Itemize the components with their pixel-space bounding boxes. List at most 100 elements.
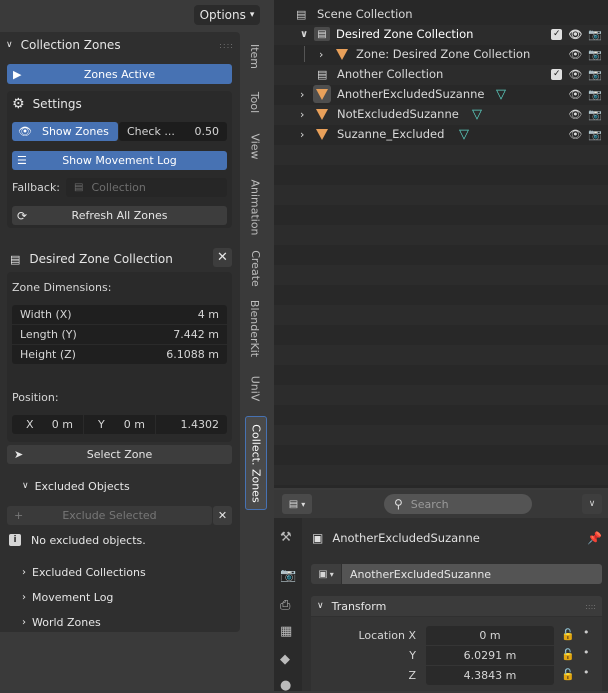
location-y-field[interactable]: 6.0291 m	[426, 646, 554, 665]
close-zone-button[interactable]: ✕	[213, 248, 232, 267]
pin-icon[interactable]: 📌	[587, 531, 602, 545]
length-field[interactable]: Length (Y) 7.442 m	[12, 325, 227, 344]
tab-item[interactable]: Item	[245, 36, 265, 76]
mesh-data-icon[interactable]: ▽	[459, 127, 469, 142]
keyframe-dot-icon[interactable]: •	[583, 666, 590, 679]
outliner-row-zone-object[interactable]: › Zone: Desired Zone Collection 👁 📷	[274, 44, 608, 64]
eye-icon[interactable]: 👁	[568, 108, 582, 121]
render-tab-icon[interactable]: 📷	[280, 568, 296, 583]
eye-icon[interactable]: 👁	[568, 88, 582, 101]
tab-label: View	[248, 132, 262, 160]
lock-icon[interactable]: 🔓	[561, 668, 575, 681]
excluded-objects-header[interactable]: ∨ Excluded Objects	[22, 477, 130, 495]
drag-handle-icon[interactable]: ::::	[585, 602, 596, 611]
location-y-value: 6.0291 m	[463, 649, 517, 662]
lock-icon[interactable]: 🔓	[561, 628, 575, 641]
zones-active-label: Zones Active	[83, 67, 156, 81]
row-label: Desired Zone Collection	[336, 27, 474, 41]
zones-active-button[interactable]: ▶ Zones Active	[7, 64, 232, 84]
chevron-right-icon: ›	[300, 107, 305, 121]
eye-icon[interactable]: 👁	[568, 128, 582, 141]
tab-animation[interactable]: Animation	[245, 172, 265, 242]
collection-icon: ▤	[74, 182, 84, 193]
chevron-down-icon: ∨	[317, 601, 324, 611]
camera-icon[interactable]: 📷	[588, 28, 602, 41]
editor-type-dropdown[interactable]: ▤ ▾	[282, 494, 312, 514]
outliner-row-another-excluded-suzanne[interactable]: › AnotherExcludedSuzanne ▽ 👁 📷	[274, 84, 608, 104]
options-dropdown[interactable]: Options ▾	[194, 5, 260, 25]
select-zone-button[interactable]: ➤ Select Zone	[7, 445, 232, 464]
show-movement-log-button[interactable]: ☰ Show Movement Log	[12, 151, 227, 170]
width-field[interactable]: Width (X) 4 m	[12, 305, 227, 324]
section-movement-log[interactable]: › Movement Log	[22, 588, 113, 606]
outliner-row-scene-collection[interactable]: ▤ Scene Collection	[274, 4, 608, 24]
camera-icon[interactable]: 📷	[588, 68, 602, 81]
collection-icon: ▤	[10, 252, 21, 266]
camera-icon[interactable]: 📷	[588, 88, 602, 101]
keyframe-dot-icon[interactable]: •	[583, 646, 590, 659]
position-y-field[interactable]: Y 0 m	[84, 415, 155, 434]
eye-icon[interactable]: 👁	[568, 48, 582, 61]
object-icon	[316, 109, 328, 120]
show-zones-label: Show Zones	[41, 125, 109, 138]
transform-panel-header[interactable]: ∨ Transform ::::	[311, 596, 602, 616]
keyframe-dot-icon[interactable]: •	[583, 626, 590, 639]
row-label: NotExcludedSuzanne	[337, 107, 459, 121]
refresh-all-zones-button[interactable]: ⟳ Refresh All Zones	[12, 206, 227, 225]
outliner-row-not-excluded-suzanne[interactable]: › NotExcludedSuzanne ▽ 👁 📷	[274, 104, 608, 124]
fallback-collection-field[interactable]: ▤ Collection	[66, 178, 227, 197]
location-x-field[interactable]: 0 m	[426, 626, 554, 645]
exclude-checkbox[interactable]: ✓	[551, 68, 563, 80]
tab-collect-zones[interactable]: Collect. Zones	[245, 416, 267, 510]
position-x-field[interactable]: X 0 m	[12, 415, 83, 434]
properties-search[interactable]: ⚲ Search	[384, 494, 532, 514]
object-browse-dropdown[interactable]: ▣ ▾	[311, 564, 341, 584]
eye-icon[interactable]: 👁	[568, 28, 582, 41]
outliner-row-suzanne-excluded[interactable]: › Suzanne_Excluded ▽ 👁 📷	[274, 124, 608, 144]
eye-icon[interactable]: 👁	[568, 68, 582, 81]
tab-tool[interactable]: Tool	[245, 82, 265, 122]
tab-view[interactable]: View	[245, 126, 265, 166]
panel-header-collection-zones[interactable]: ∨ Collection Zones ::::	[6, 36, 234, 54]
location-z-field[interactable]: 4.3843 m	[426, 666, 554, 685]
panel-title: Collection Zones	[20, 38, 121, 52]
outliner-row-another-collection[interactable]: ▤ Another Collection ✓ 👁 📷	[274, 64, 608, 84]
height-field[interactable]: Height (Z) 6.1088 m	[12, 345, 227, 364]
mesh-data-icon[interactable]: ▽	[496, 87, 506, 102]
settings-header[interactable]: ⚙ Settings	[12, 95, 82, 113]
fallback-placeholder: Collection	[91, 181, 146, 194]
section-excluded-collections[interactable]: › Excluded Collections	[22, 563, 146, 581]
clear-excluded-button[interactable]: ✕	[213, 506, 232, 525]
view-layer-tab-icon[interactable]: ▦	[280, 624, 292, 639]
chevron-right-icon: ›	[300, 87, 305, 101]
scene-tab-icon[interactable]: ◆	[280, 652, 290, 667]
exclude-checkbox[interactable]: ✓	[551, 28, 563, 40]
section-label: World Zones	[32, 615, 101, 629]
camera-icon[interactable]: 📷	[588, 108, 602, 121]
options-chevron-button[interactable]: ∨	[582, 494, 602, 514]
check-interval-field[interactable]: Check ... 0.50	[119, 122, 227, 141]
object-name-field[interactable]: AnotherExcludedSuzanne	[342, 564, 602, 584]
exclude-selected-button[interactable]: + Exclude Selected	[7, 506, 212, 525]
section-label: Movement Log	[32, 590, 114, 604]
position-z-field[interactable]: 1.4302	[156, 415, 227, 434]
tab-blenderkit[interactable]: BlenderKit	[245, 294, 265, 362]
lock-icon[interactable]: 🔓	[561, 648, 575, 661]
tab-univ[interactable]: UniV	[245, 368, 265, 408]
object-name-value: AnotherExcludedSuzanne	[350, 567, 492, 581]
check-value: 0.50	[194, 125, 220, 138]
tool-tab-icon[interactable]: ⚒	[280, 530, 292, 545]
length-value: 7.442 m	[173, 328, 219, 341]
output-tab-icon[interactable]: ⎙	[280, 598, 290, 613]
camera-icon[interactable]: 📷	[588, 128, 602, 141]
mesh-data-icon[interactable]: ▽	[472, 107, 482, 122]
drag-handle-icon[interactable]: ::::	[219, 41, 234, 50]
section-world-zones[interactable]: › World Zones	[22, 613, 101, 631]
camera-icon[interactable]: 📷	[588, 48, 602, 61]
row-label: Another Collection	[337, 67, 444, 81]
tab-create[interactable]: Create	[245, 246, 265, 290]
show-zones-toggle[interactable]: 👁 Show Zones	[12, 122, 118, 141]
object-square-icon: ▣	[318, 568, 328, 580]
position-y-label: Y	[98, 418, 105, 431]
outliner-row-desired-zone-collection[interactable]: ∨ ▤ Desired Zone Collection ✓ 👁 📷	[274, 24, 608, 44]
